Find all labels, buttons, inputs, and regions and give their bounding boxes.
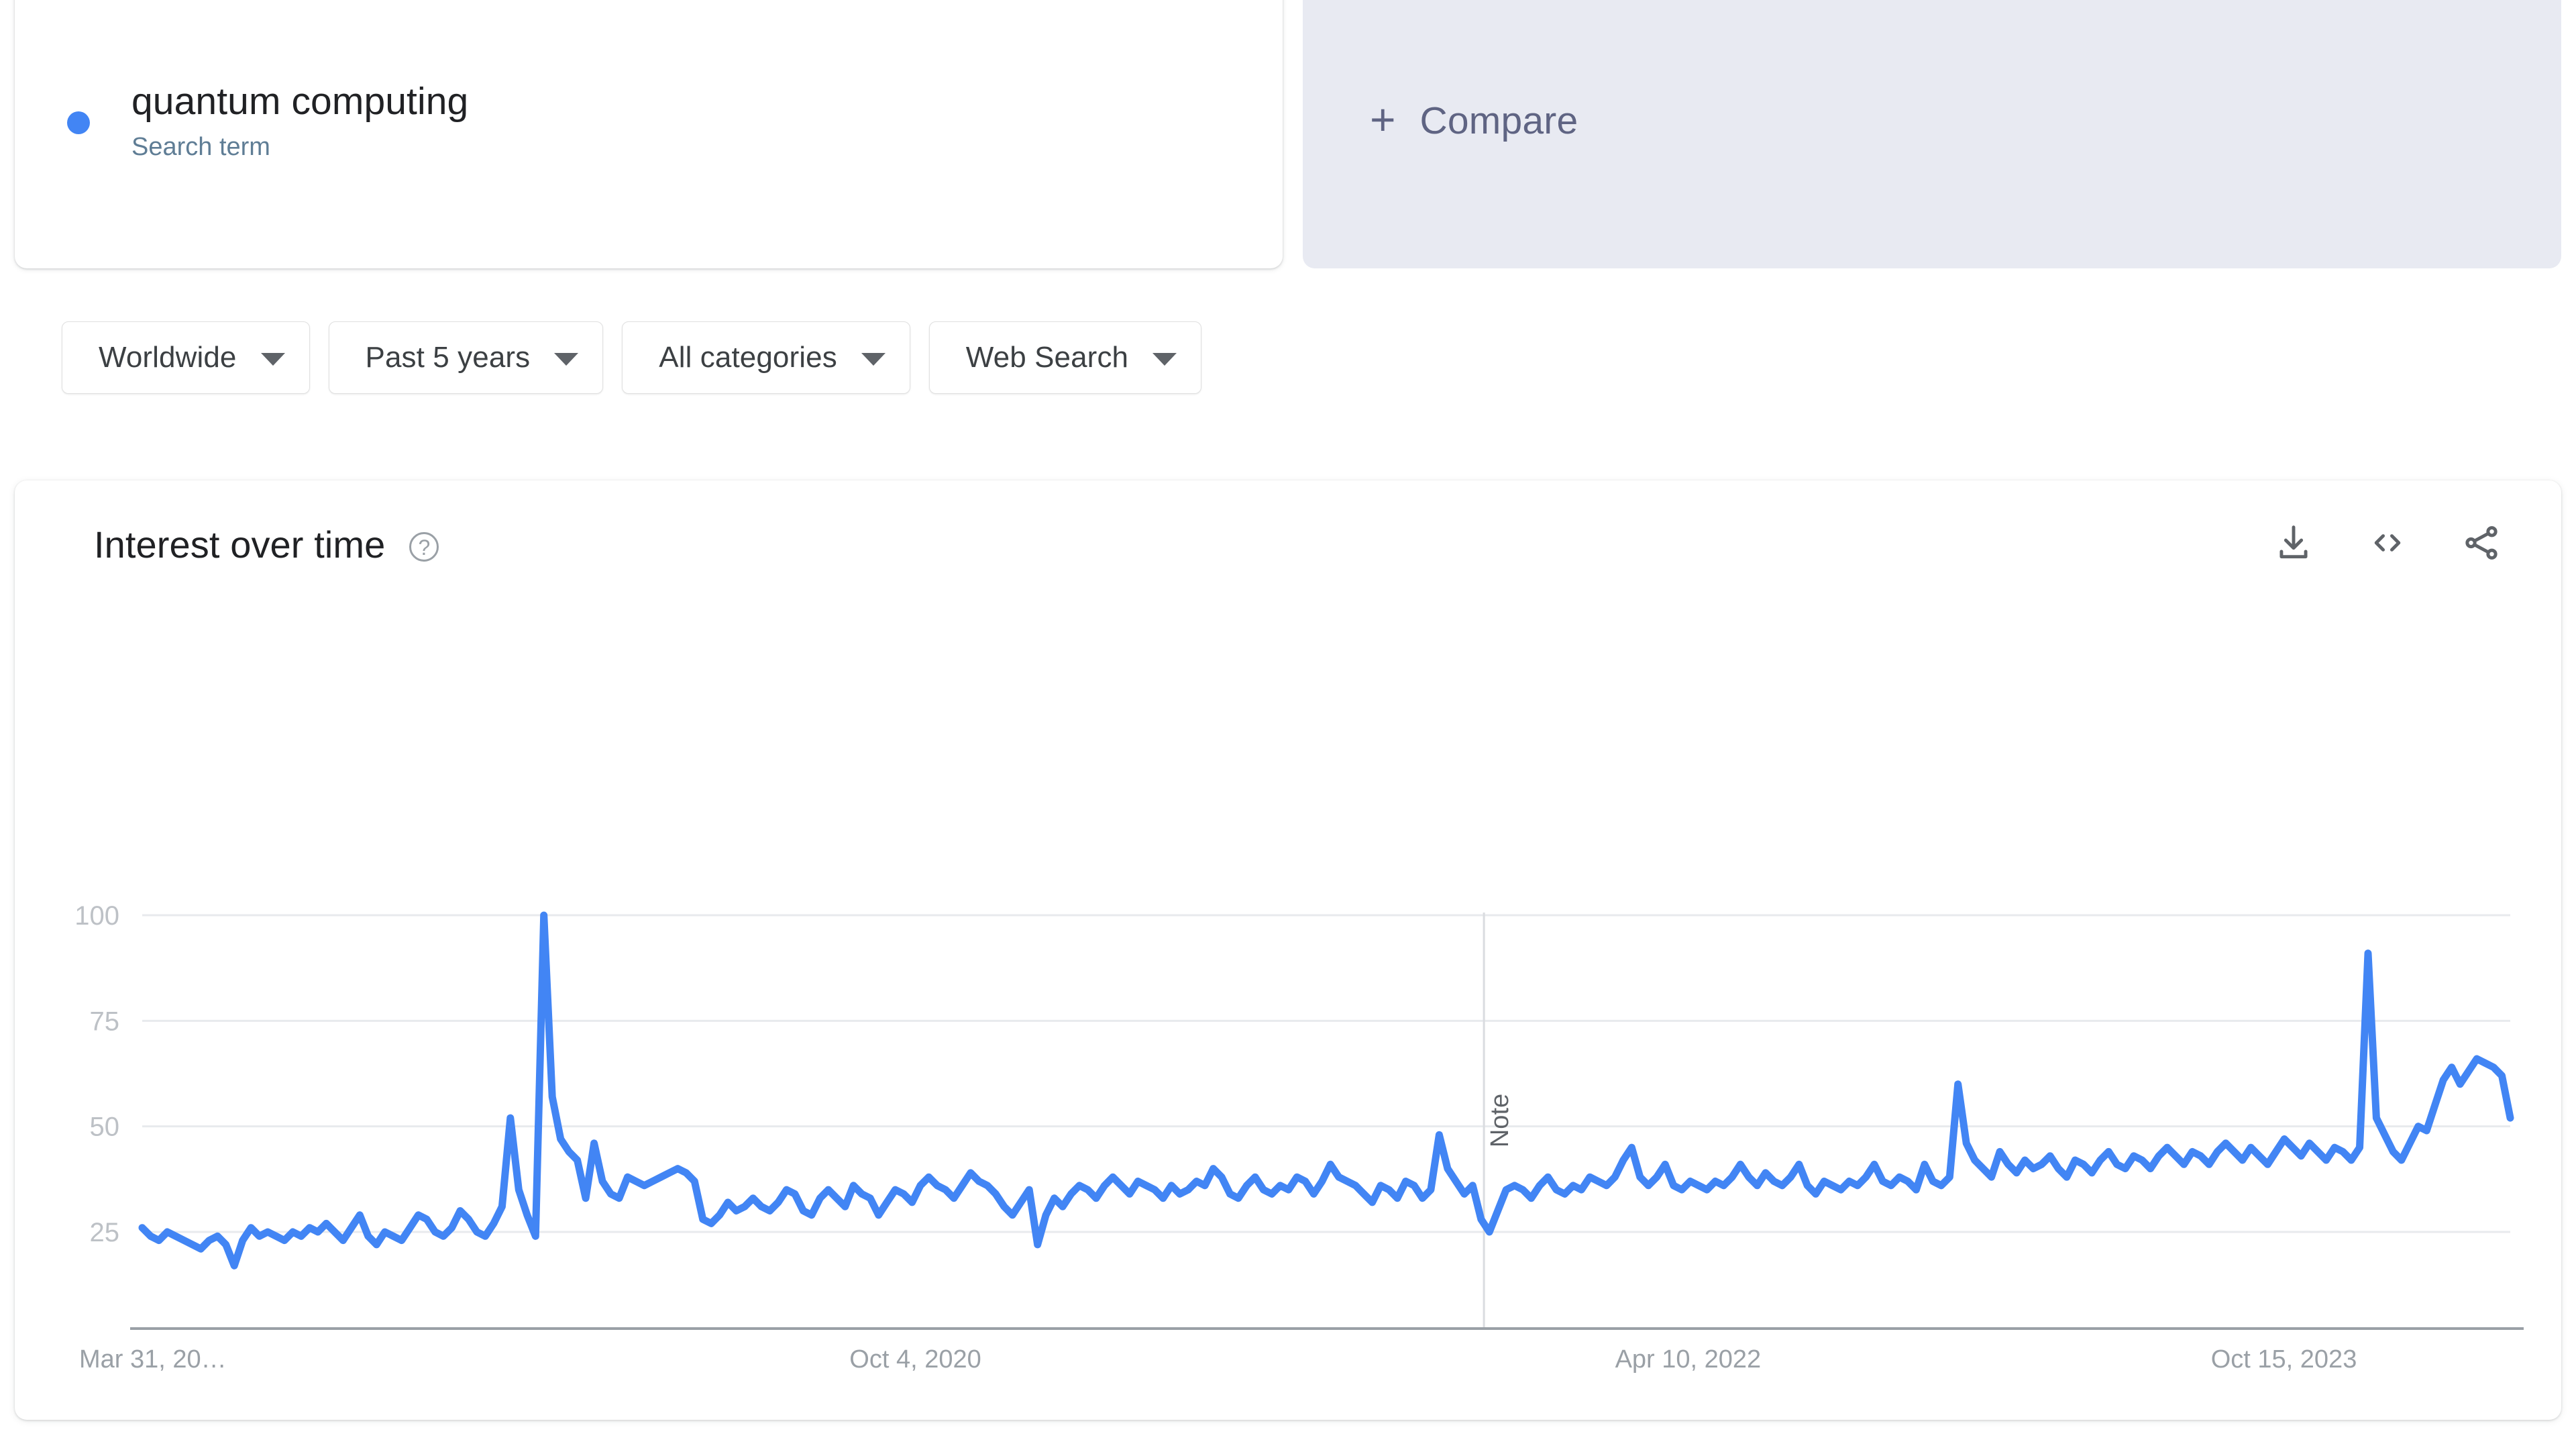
filter-time-dropdown[interactable]: Past 5 years: [328, 321, 604, 394]
share-icon[interactable]: [2461, 522, 2502, 567]
y-axis-tick-label: 100: [74, 901, 119, 931]
filter-location-dropdown[interactable]: Worldwide: [62, 321, 310, 394]
filter-category-dropdown[interactable]: All categories: [622, 321, 910, 394]
card-actions: [2273, 522, 2502, 567]
x-axis-tick-label: Oct 15, 2023: [2211, 1345, 2357, 1374]
y-axis-tick-label: 50: [90, 1113, 120, 1142]
chevron-down-icon: [260, 352, 285, 366]
chevron-down-icon: [861, 352, 885, 366]
embed-icon[interactable]: [2367, 522, 2408, 567]
card-header: Interest over time ?: [15, 480, 2561, 608]
note-annotation-label[interactable]: Note: [1486, 1094, 1514, 1147]
page-title: Interest over time: [94, 523, 386, 566]
download-icon[interactable]: [2273, 522, 2314, 567]
x-axis-tick-label: Apr 10, 2022: [1615, 1345, 1762, 1374]
y-axis-tick-label: 75: [90, 1006, 120, 1036]
filter-bar: Worldwide Past 5 years All categories We…: [0, 287, 2576, 428]
trend-line[interactable]: [138, 911, 2514, 1270]
compare-label: Compare: [1419, 99, 1578, 142]
chevron-down-icon: [554, 352, 579, 366]
filter-category-label: All categories: [659, 341, 837, 374]
chart-plot-area[interactable]: 25 50 75 100 Note Mar 31, 20… Oct 4, 2020 Apr 1…: [15, 608, 2561, 1420]
compare-button[interactable]: + Compare: [1303, 0, 2561, 268]
plus-icon: +: [1370, 95, 1396, 144]
y-axis-tick-label: 25: [90, 1218, 120, 1247]
x-axis-tick-label: Mar 31, 20…: [79, 1345, 227, 1374]
filter-location-label: Worldwide: [99, 341, 237, 374]
x-axis-tick-label: Oct 4, 2020: [849, 1345, 981, 1374]
search-term-text: quantum computing Search term: [131, 80, 468, 162]
interest-over-time-chart[interactable]: 25 50 75 100 Note Mar 31, 20… Oct 4, 2020 Apr 1…: [15, 608, 2561, 1420]
series-color-dot-icon: [67, 111, 90, 134]
help-icon[interactable]: ?: [409, 532, 439, 562]
google-trends-page: quantum computing Search term + Compare …: [0, 0, 2576, 1448]
search-term-row: quantum computing Search term + Compare: [0, 0, 2576, 268]
filter-search-type-label: Web Search: [965, 341, 1129, 374]
filter-time-label: Past 5 years: [365, 341, 531, 374]
filter-search-type-dropdown[interactable]: Web Search: [928, 321, 1202, 394]
search-term-type: Search term: [131, 133, 270, 162]
search-term-card[interactable]: quantum computing Search term: [15, 0, 1283, 268]
interest-over-time-card: Interest over time ? 25 50 75 100 Note M…: [15, 480, 2561, 1420]
chevron-down-icon: [1152, 352, 1177, 366]
search-term-title: quantum computing: [131, 79, 469, 123]
